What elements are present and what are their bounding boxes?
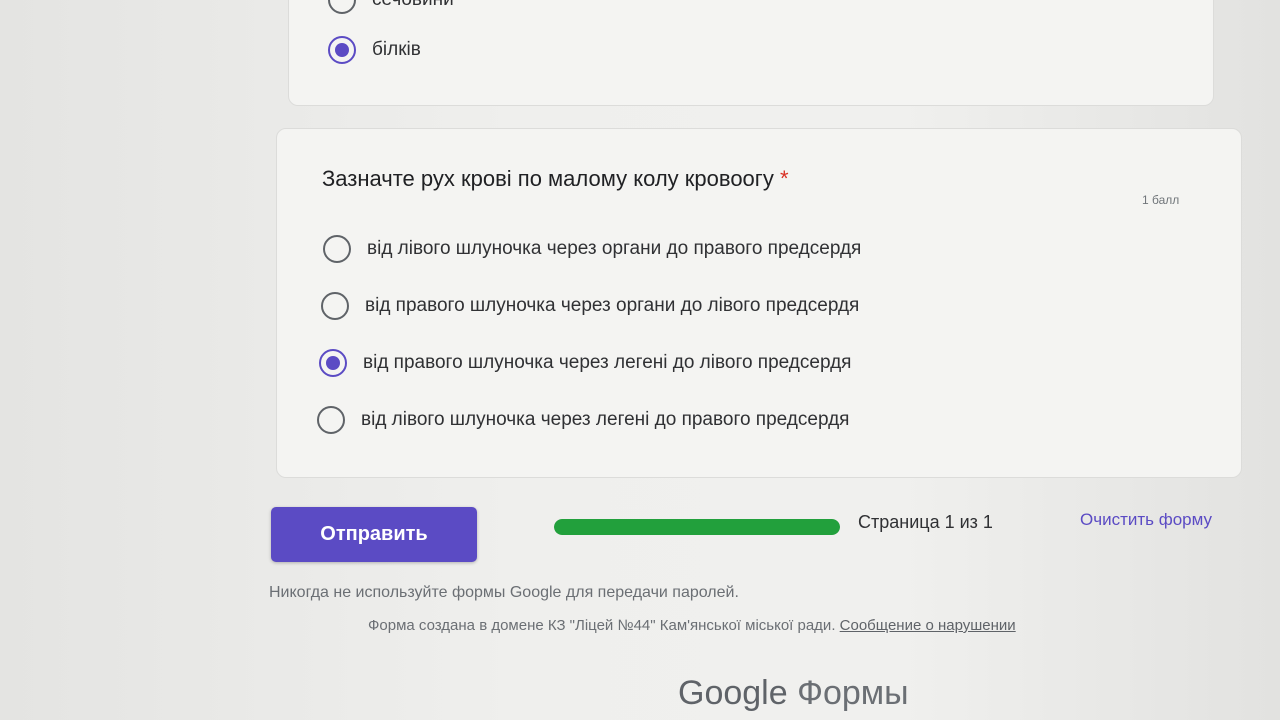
password-warning: Никогда не используйте формы Google для … [269,584,739,601]
progress-bar [554,519,840,535]
radio-button[interactable] [317,406,345,434]
radio-button-selected[interactable] [328,36,356,64]
option-prev-1[interactable]: білків [328,36,421,64]
page-indicator: Страница 1 из 1 [858,512,993,532]
required-marker: * [779,166,789,191]
points-label: 1 балл [1142,193,1180,207]
option-label: сечовини [372,0,454,11]
domain-text: Форма создана в домене КЗ "Ліцей №44" Ка… [368,617,836,634]
option-label: від правого шлуночка через органи до лів… [365,295,860,316]
option-label: білків [372,39,421,60]
report-abuse-link[interactable]: Сообщение о нарушении [840,617,1016,634]
previous-question-card [288,0,1214,106]
radio-button-selected[interactable] [319,349,347,377]
radio-button[interactable] [323,235,351,263]
submit-button[interactable]: Отправить [271,507,477,562]
form-page: сечовини білків Зазначте рух крові по ма… [0,0,1280,720]
radio-button[interactable] [328,0,356,14]
domain-notice: Форма создана в домене КЗ "Ліцей №44" Ка… [368,617,1016,634]
brand-forms: Формы [797,674,909,712]
option-prev-0[interactable]: сечовини [328,0,454,14]
option-3[interactable]: від лівого шлуночка через легені до прав… [317,406,849,434]
clear-form-button[interactable]: Очистить форму [1080,510,1212,530]
progress-bar-fill [554,519,840,535]
brand-google: Google [678,674,788,712]
option-2[interactable]: від правого шлуночка через легені до лів… [319,349,851,377]
option-label: від лівого шлуночка через легені до прав… [361,409,850,430]
question-title: Зазначте рух крові по малому колу кровоо… [322,166,789,192]
option-1[interactable]: від правого шлуночка через органи до лів… [321,292,859,320]
radio-button[interactable] [321,292,349,320]
google-forms-logo[interactable]: Google Формы [678,674,909,713]
option-0[interactable]: від лівого шлуночка через органи до прав… [323,235,861,263]
question-text: Зазначте рух крові по малому колу кровоо… [322,166,774,191]
option-label: від правого шлуночка через легені до лів… [363,352,852,373]
option-label: від лівого шлуночка через органи до прав… [367,238,862,259]
